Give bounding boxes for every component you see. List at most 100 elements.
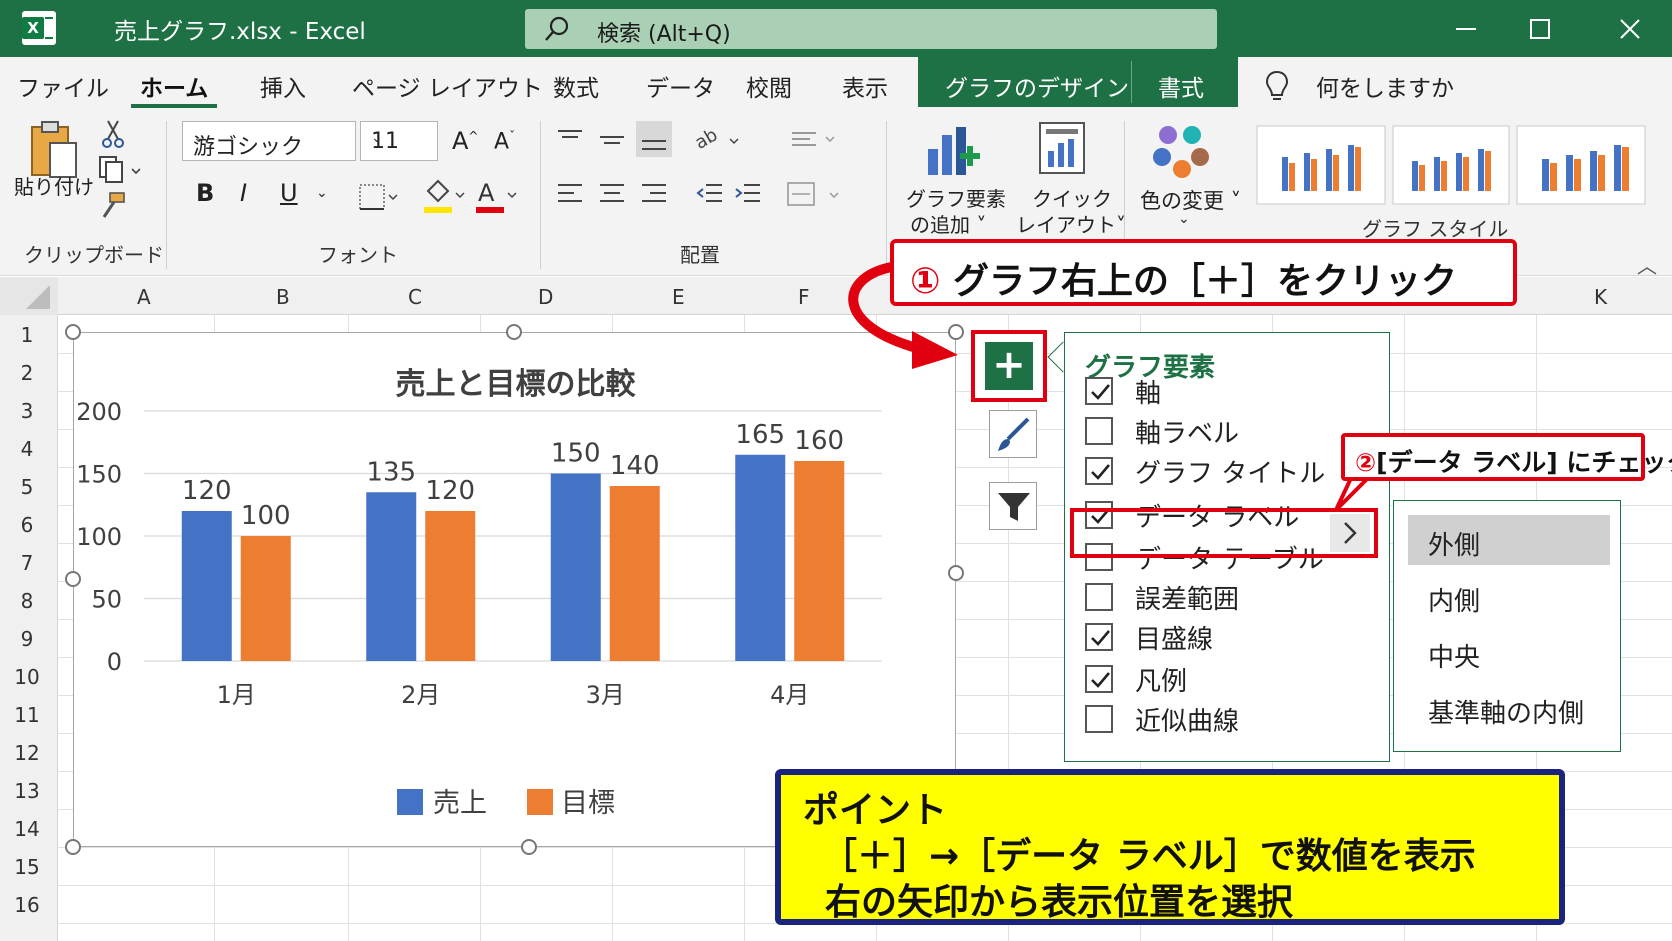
tell-me-search[interactable]: 何をしますか xyxy=(1316,69,1454,103)
paste-label[interactable]: 貼り付け xyxy=(14,171,94,200)
chart-style-thumb-3[interactable] xyxy=(1516,125,1646,205)
row-header[interactable]: 3 xyxy=(0,399,54,423)
row-header[interactable]: 2 xyxy=(0,361,54,385)
select-all-corner[interactable] xyxy=(0,277,58,315)
plot-area[interactable]: 0 50 100 150 200 120 100 1月 135 120 2月 150 140 3月 165 1… xyxy=(74,333,957,763)
quick-layout-icon[interactable] xyxy=(1038,121,1088,177)
grow-font-icon[interactable]: A^ xyxy=(452,127,478,155)
position-inside-base[interactable]: 基準軸の内側 xyxy=(1408,683,1610,733)
resize-handle[interactable] xyxy=(65,839,81,855)
tab-insert[interactable]: 挿入 xyxy=(260,69,306,103)
column-header-d[interactable]: D xyxy=(538,285,553,309)
tab-data[interactable]: データ xyxy=(646,69,715,103)
tab-view[interactable]: 表示 xyxy=(842,69,888,103)
row-header[interactable]: 5 xyxy=(0,475,54,499)
chart-styles-button[interactable] xyxy=(989,410,1037,458)
align-top-icon[interactable] xyxy=(556,127,584,151)
underline-icon[interactable]: U xyxy=(280,179,298,207)
tab-format[interactable]: 書式 xyxy=(1158,69,1204,103)
column-header-c[interactable]: C xyxy=(408,285,422,309)
align-right-icon[interactable] xyxy=(640,181,668,209)
cut-icon[interactable] xyxy=(100,119,126,149)
column-header-k[interactable]: K xyxy=(1594,285,1607,309)
row-header[interactable]: 8 xyxy=(0,589,54,613)
row-header[interactable]: 10 xyxy=(0,665,54,689)
tab-home[interactable]: ホーム xyxy=(140,69,208,103)
column-header-e[interactable]: E xyxy=(672,285,685,309)
quick-layout-label-2[interactable]: レイアウト˅ xyxy=(1016,209,1126,238)
chart-style-thumb-1[interactable] xyxy=(1256,125,1386,205)
collapse-ribbon-icon[interactable]: ︿ xyxy=(1637,250,1657,279)
quick-layout-label-1[interactable]: クイック xyxy=(1032,183,1112,212)
row-header[interactable]: 14 xyxy=(0,817,54,841)
tab-formulas[interactable]: 数式 xyxy=(553,69,599,103)
position-inside-end[interactable]: 内側 xyxy=(1408,571,1610,621)
orientation-icon[interactable]: ab xyxy=(694,123,740,155)
resize-handle[interactable] xyxy=(506,324,522,340)
legend-item-sales[interactable]: 売上 xyxy=(433,781,487,820)
align-left-icon[interactable] xyxy=(556,181,584,209)
checkbox-checked[interactable] xyxy=(1085,457,1113,485)
search-box[interactable]: 検索 (Alt+Q) xyxy=(525,9,1217,49)
row-header[interactable]: 4 xyxy=(0,437,54,461)
align-bottom-button[interactable] xyxy=(636,121,672,157)
italic-icon[interactable]: I xyxy=(240,179,247,207)
row-header[interactable]: 15 xyxy=(0,855,54,879)
minimize-button[interactable] xyxy=(1430,0,1502,57)
bold-icon[interactable]: B xyxy=(196,179,214,207)
column-header-a[interactable]: A xyxy=(137,285,151,309)
font-name-combo[interactable]: 游ゴシック ⌄ xyxy=(182,121,356,161)
column-header-b[interactable]: B xyxy=(276,285,290,309)
add-chart-element-label-1[interactable]: グラフ要素 xyxy=(906,183,1006,212)
fill-color-icon[interactable] xyxy=(422,177,466,215)
close-button[interactable] xyxy=(1594,0,1666,57)
position-outside-end[interactable]: 外側 xyxy=(1408,515,1610,565)
chart-style-thumb-2[interactable] xyxy=(1392,125,1510,205)
tab-chart-design[interactable]: グラフのデザイン xyxy=(945,69,1129,103)
row-header[interactable]: 9 xyxy=(0,627,54,651)
checkbox-unchecked[interactable] xyxy=(1085,705,1113,733)
change-colors-icon[interactable] xyxy=(1150,121,1214,181)
row-header[interactable]: 16 xyxy=(0,893,54,917)
resize-handle[interactable] xyxy=(65,571,81,587)
checkbox-checked[interactable] xyxy=(1085,377,1113,405)
increase-indent-icon[interactable] xyxy=(734,181,762,209)
checkbox-checked[interactable] xyxy=(1085,623,1113,651)
decrease-indent-icon[interactable] xyxy=(696,181,724,209)
maximize-button[interactable] xyxy=(1504,0,1576,57)
column-header-f[interactable]: F xyxy=(798,285,810,309)
add-chart-element-label-2[interactable]: の追加 ˅ xyxy=(910,209,986,238)
row-header[interactable]: 6 xyxy=(0,513,54,537)
tab-file[interactable]: ファイル xyxy=(17,69,109,103)
format-painter-icon[interactable] xyxy=(98,191,128,221)
merge-center-icon[interactable] xyxy=(786,181,846,211)
resize-handle[interactable] xyxy=(65,324,81,340)
legend-item-target[interactable]: 目標 xyxy=(561,781,615,820)
position-center[interactable]: 中央 xyxy=(1408,627,1610,677)
tab-review[interactable]: 校閲 xyxy=(746,69,792,103)
align-middle-icon[interactable] xyxy=(598,127,626,151)
shrink-font-icon[interactable]: Aˇ xyxy=(494,129,515,154)
row-header[interactable]: 7 xyxy=(0,551,54,575)
copy-icon[interactable] xyxy=(98,155,142,185)
row-header[interactable]: 1 xyxy=(0,323,54,347)
checkbox-checked[interactable] xyxy=(1085,665,1113,693)
resize-handle[interactable] xyxy=(948,565,964,581)
data-labels-more-button[interactable] xyxy=(1330,514,1370,552)
change-colors-label[interactable]: 色の変更 ˅ xyxy=(1140,185,1241,215)
checkbox-unchecked[interactable] xyxy=(1085,583,1113,611)
borders-icon[interactable] xyxy=(358,183,398,213)
checkbox-unchecked[interactable] xyxy=(1085,417,1113,445)
chart-filters-button[interactable] xyxy=(989,482,1037,530)
wrap-text-icon[interactable] xyxy=(790,127,840,155)
add-chart-element-icon[interactable] xyxy=(924,123,984,179)
font-size-combo[interactable]: 11 ⌄ xyxy=(360,121,438,161)
resize-handle[interactable] xyxy=(521,839,537,855)
row-header[interactable]: 13 xyxy=(0,779,54,803)
chevron-down-icon[interactable]: ⌄ xyxy=(316,185,328,201)
font-color-icon[interactable]: A xyxy=(474,177,518,215)
tab-page-layout[interactable]: ページ レイアウト xyxy=(352,69,543,103)
row-header[interactable]: 11 xyxy=(0,703,54,727)
align-center-icon[interactable] xyxy=(598,181,626,209)
row-header[interactable]: 12 xyxy=(0,741,54,765)
